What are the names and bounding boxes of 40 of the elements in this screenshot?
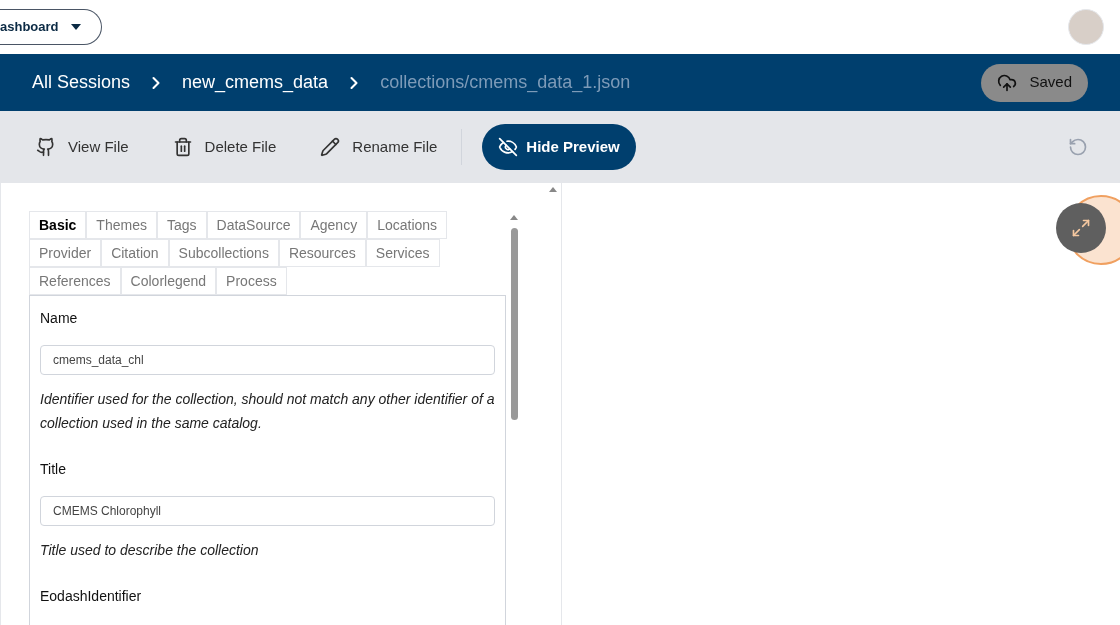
field-help-text: Identifier used for the collection, should not match any other identifier of a collection used in the same catalog. <box>40 390 495 433</box>
tab[interactable]: Locations <box>367 211 448 239</box>
undo-icon[interactable] <box>1068 137 1088 157</box>
field-help-text: Title used to describe the collection <box>40 541 260 560</box>
trash-icon <box>172 137 193 157</box>
caret-icon <box>70 24 81 30</box>
expand-button[interactable] <box>1056 203 1106 253</box>
eye-off-icon <box>498 137 519 157</box>
toolbar-button[interactable]: Delete File <box>172 135 277 159</box>
tab[interactable]: DataSource <box>206 211 301 239</box>
hide-preview-button[interactable]: Hide Preview <box>482 124 636 170</box>
toolbar-button[interactable]: Rename File <box>320 135 438 159</box>
tab[interactable]: Agency <box>300 211 368 239</box>
tab[interactable]: Services <box>365 239 440 267</box>
field-label: Name <box>40 309 79 328</box>
expand-icon <box>1071 218 1091 238</box>
tab[interactable]: Process <box>216 267 287 295</box>
tab[interactable]: Themes <box>86 211 157 239</box>
tab[interactable]: Resources <box>278 239 366 267</box>
breadcrumb-link[interactable]: All Sessions <box>32 69 131 96</box>
pencil-icon <box>320 137 341 157</box>
tab[interactable]: Colorlegend <box>120 267 217 295</box>
toolbar-button[interactable]: View File <box>36 135 129 159</box>
tab[interactable]: References <box>29 267 121 295</box>
text-field[interactable]: cmems_data_chl <box>40 345 495 375</box>
scroll-up-icon[interactable] <box>549 187 557 192</box>
tab[interactable]: Basic <box>29 211 87 239</box>
tab[interactable]: Citation <box>101 239 169 267</box>
saved-button[interactable]: Saved <box>981 63 1088 102</box>
breadcrumb-link[interactable]: new_cmems_data <box>182 69 329 96</box>
scroll-up-icon[interactable] <box>510 215 518 220</box>
text-field[interactable]: CMEMS Chlorophyll <box>40 496 495 526</box>
scrollbar-thumb[interactable] <box>510 228 518 420</box>
tab[interactable]: Subcollections <box>168 239 279 267</box>
field-label: EodashIdentifier <box>40 587 143 606</box>
field-label: Title <box>40 460 67 479</box>
tab[interactable]: Provider <box>29 239 102 267</box>
github-icon <box>36 137 56 157</box>
tab[interactable]: Tags <box>156 211 207 239</box>
cloud-upload-icon <box>997 72 1018 93</box>
